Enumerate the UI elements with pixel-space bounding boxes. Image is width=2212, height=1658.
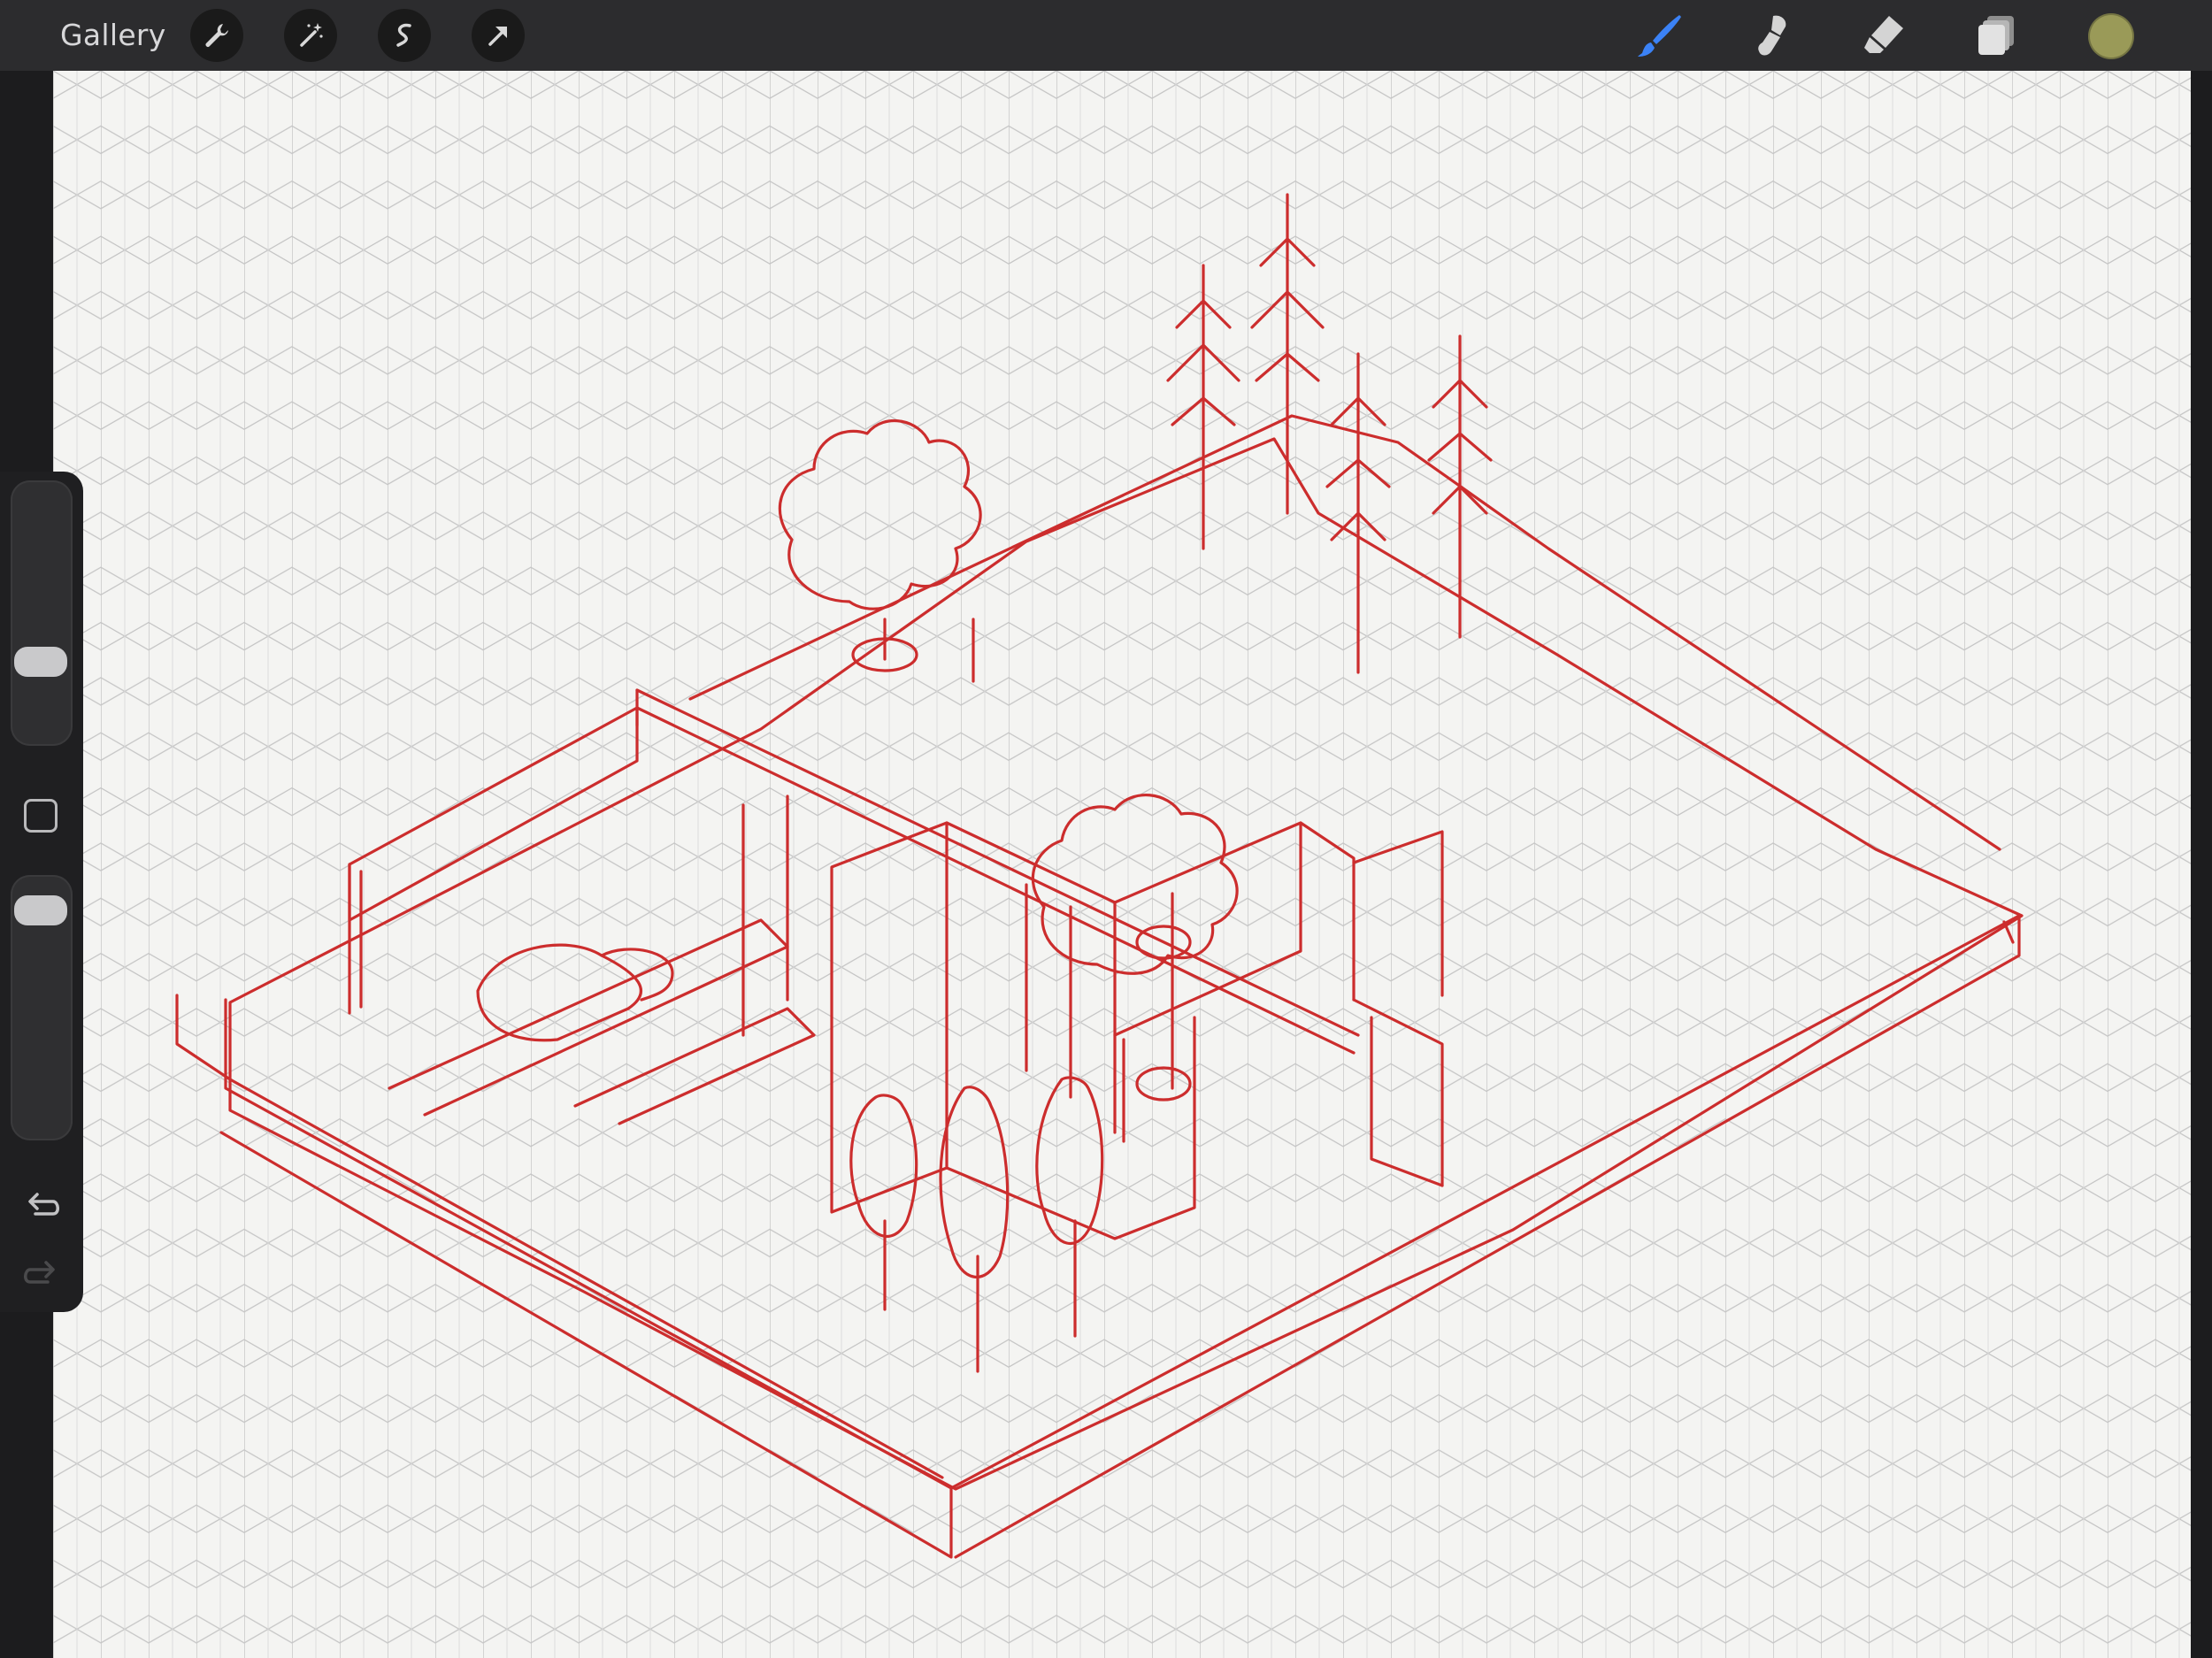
undo-icon[interactable] xyxy=(19,1184,64,1228)
color-picker-button[interactable] xyxy=(2088,13,2134,59)
actions-button[interactable] xyxy=(190,9,243,62)
opacity-slider[interactable] xyxy=(11,875,73,1140)
adjustments-button[interactable] xyxy=(284,9,337,62)
drawing-canvas[interactable] xyxy=(53,71,2191,1658)
brush-button[interactable] xyxy=(1635,11,1685,60)
selection-icon xyxy=(396,23,411,47)
transform-arrow-icon xyxy=(488,27,507,46)
wrench-icon xyxy=(205,24,228,47)
magic-wand-icon xyxy=(300,23,323,47)
opacity-handle[interactable] xyxy=(14,895,67,925)
layers-button[interactable] xyxy=(1971,11,2021,60)
brush-icon xyxy=(1638,15,1681,57)
brush-size-handle[interactable] xyxy=(14,647,67,677)
smudge-button[interactable] xyxy=(1747,11,1796,60)
layers-icon xyxy=(1978,16,2014,55)
brush-size-slider[interactable] xyxy=(11,480,73,746)
left-sidebar xyxy=(0,472,83,1312)
modify-button[interactable] xyxy=(24,799,58,833)
isometric-grid xyxy=(53,71,2191,1658)
smudge-icon xyxy=(1758,15,1786,56)
redo-icon[interactable] xyxy=(19,1252,64,1296)
selection-button[interactable] xyxy=(378,9,431,62)
gallery-button[interactable]: Gallery xyxy=(60,14,166,57)
eraser-icon xyxy=(1864,16,1903,53)
canvas-artwork xyxy=(53,71,2191,1658)
transform-button[interactable] xyxy=(472,9,525,62)
top-toolbar: Gallery xyxy=(0,0,2212,71)
eraser-button[interactable] xyxy=(1859,11,1909,60)
